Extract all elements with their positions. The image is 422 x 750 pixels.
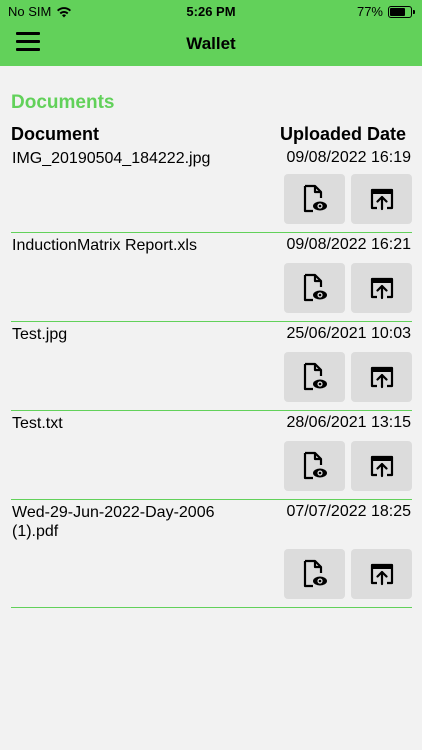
upload-document-button[interactable]	[351, 352, 412, 402]
uploaded-date: 28/06/2021 13:15	[286, 414, 411, 431]
app-header: No SIM 5:26 PM 77% Wallet	[0, 0, 422, 66]
file-view-icon	[303, 362, 327, 391]
file-view-icon	[303, 184, 327, 213]
view-document-button[interactable]	[284, 174, 345, 224]
document-list: IMG_20190504_184222.jpg 09/08/2022 16:19…	[11, 146, 412, 608]
view-document-button[interactable]	[284, 263, 345, 313]
uploaded-date: 07/07/2022 18:25	[286, 503, 411, 520]
document-row: Test.jpg 25/06/2021 10:03	[11, 322, 412, 411]
upload-icon	[370, 366, 393, 389]
view-document-button[interactable]	[284, 441, 345, 491]
document-row: Wed-29-Jun-2022-Day-2006 (1).pdf 07/07/2…	[11, 500, 412, 608]
uploaded-date: 09/08/2022 16:21	[286, 236, 411, 253]
upload-icon	[370, 277, 393, 300]
status-bar: No SIM 5:26 PM 77%	[0, 0, 422, 24]
document-row: Test.txt 28/06/2021 13:15	[11, 411, 412, 500]
file-view-icon	[303, 273, 327, 302]
upload-document-button[interactable]	[351, 263, 412, 313]
upload-document-button[interactable]	[351, 549, 412, 599]
page-title: Wallet	[186, 34, 236, 53]
document-row: InductionMatrix Report.xls 09/08/2022 16…	[11, 233, 412, 322]
upload-document-button[interactable]	[351, 174, 412, 224]
upload-icon	[370, 563, 393, 586]
file-view-icon	[303, 559, 327, 588]
view-document-button[interactable]	[284, 352, 345, 402]
view-document-button[interactable]	[284, 549, 345, 599]
document-name: Test.jpg	[12, 326, 68, 343]
upload-document-button[interactable]	[351, 441, 412, 491]
document-name: InductionMatrix Report.xls	[12, 237, 197, 254]
document-name: Wed-29-Jun-2022-Day-2006 (1).pdf	[12, 504, 215, 540]
upload-icon	[370, 455, 393, 478]
document-row: IMG_20190504_184222.jpg 09/08/2022 16:19	[11, 146, 412, 233]
battery-status: 77%	[356, 4, 415, 19]
uploaded-date: 09/08/2022 16:19	[286, 149, 411, 166]
file-view-icon	[303, 451, 327, 480]
column-header-uploaded-date: Uploaded Date	[279, 124, 406, 144]
section-title: Documents	[11, 92, 115, 113]
upload-icon	[370, 188, 393, 211]
uploaded-date: 25/06/2021 10:03	[286, 325, 411, 342]
navigation-bar: Wallet	[0, 24, 422, 66]
battery-fill	[390, 7, 406, 16]
column-header-document: Document	[11, 124, 100, 144]
document-name: IMG_20190504_184222.jpg	[12, 150, 211, 167]
battery-percent: 77%	[356, 4, 383, 19]
battery-icon	[388, 5, 415, 18]
document-name: Test.txt	[12, 415, 63, 432]
